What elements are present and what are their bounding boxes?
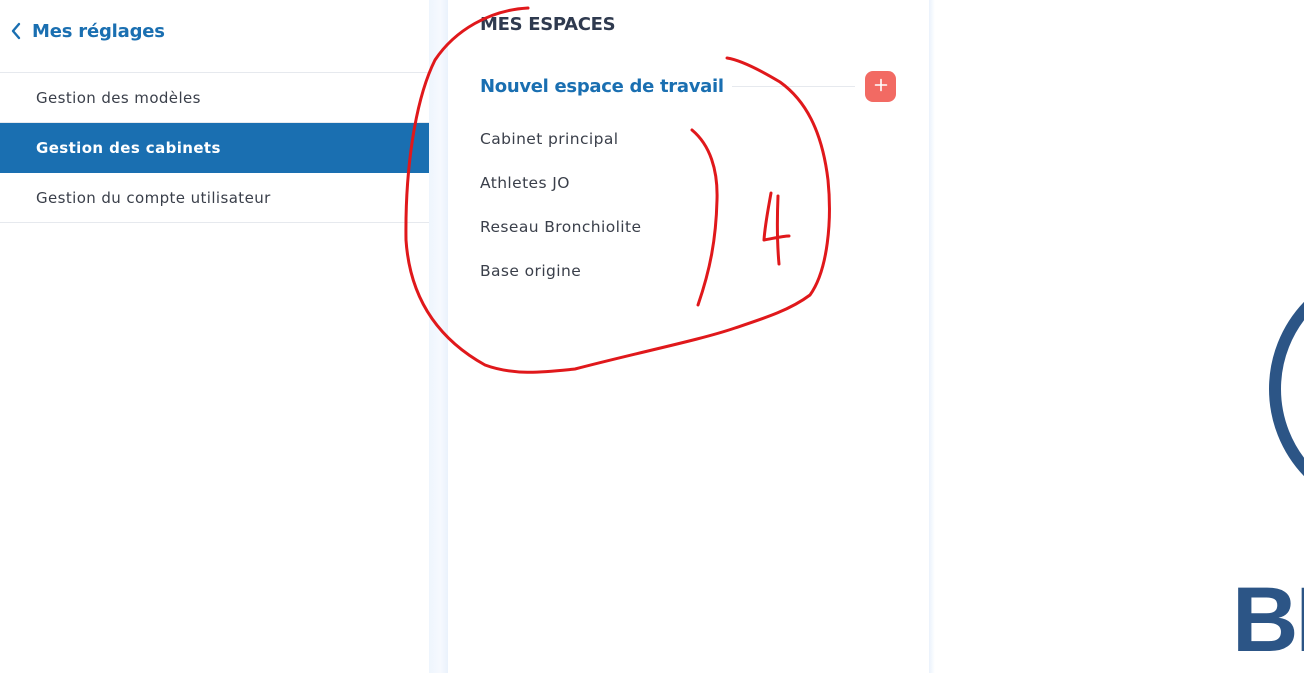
brand-logo-area: BI	[935, 0, 1304, 673]
back-link-label: Mes réglages	[32, 20, 165, 42]
menu-item-user-account[interactable]: Gestion du compte utilisateur	[0, 173, 429, 223]
chevron-left-icon	[10, 22, 22, 40]
add-space-button[interactable]	[865, 70, 896, 102]
space-list: Cabinet principal Athletes JO Reseau Bro…	[480, 126, 641, 302]
space-item-cabinet-principal[interactable]: Cabinet principal	[480, 126, 641, 170]
menu-item-cabinets[interactable]: Gestion des cabinets	[0, 123, 429, 173]
new-space-label[interactable]: Nouvel espace de travail	[480, 76, 724, 97]
panel-gutter	[429, 0, 448, 673]
menu-item-models[interactable]: Gestion des modèles	[0, 73, 429, 123]
space-item-reseau-bronchiolite[interactable]: Reseau Bronchiolite	[480, 214, 641, 258]
spaces-title: MES ESPACES	[480, 14, 616, 35]
space-item-athletes-jo[interactable]: Athletes JO	[480, 170, 641, 214]
settings-panel: Mes réglages Gestion des modèles Gestion…	[0, 0, 429, 673]
menu-item-label: Gestion des cabinets	[36, 138, 221, 157]
menu-item-label: Gestion des modèles	[36, 88, 201, 107]
app-root: Mes réglages Gestion des modèles Gestion…	[0, 0, 1304, 673]
divider	[731, 85, 855, 87]
menu-item-label: Gestion du compte utilisateur	[36, 188, 271, 207]
new-space-row: Nouvel espace de travail	[480, 70, 896, 102]
plus-icon	[874, 77, 888, 96]
space-item-base-origine[interactable]: Base origine	[480, 258, 641, 302]
spaces-panel: MES ESPACES Nouvel espace de travail Cab…	[448, 0, 929, 673]
brand-logo-text: BI	[1232, 569, 1304, 671]
settings-menu: Gestion des modèles Gestion des cabinets…	[0, 72, 429, 223]
back-to-settings-link[interactable]: Mes réglages	[10, 17, 165, 45]
